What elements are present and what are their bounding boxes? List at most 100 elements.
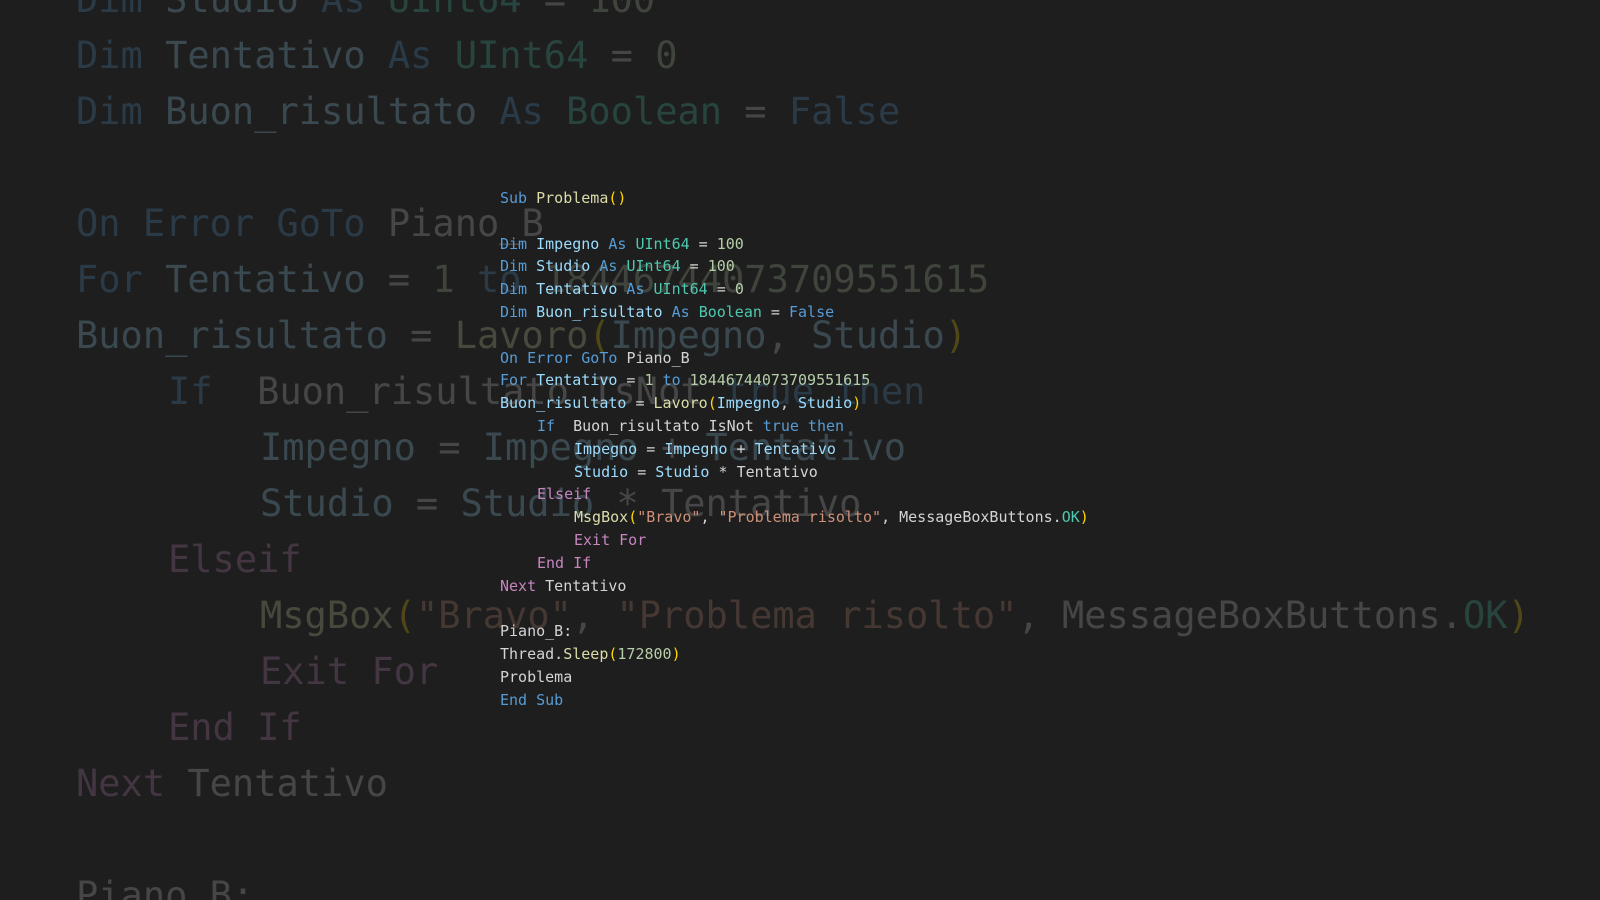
code-token: )	[852, 394, 862, 413]
code-token: Tentativo	[536, 371, 618, 390]
code-token: 100	[707, 257, 735, 276]
code-token: Dim	[500, 257, 537, 276]
code-token: ()	[608, 189, 627, 207]
code-token: Tentativo	[536, 576, 627, 595]
code-line: Elseif	[500, 483, 1089, 506]
code-token: =	[626, 394, 654, 413]
code-token: As	[599, 234, 636, 253]
code-token: )	[671, 644, 681, 663]
code-token: UInt64	[626, 257, 681, 276]
background-code-token: =	[722, 90, 789, 133]
code-line: Dim Buon_risultato As Boolean = False	[500, 301, 1089, 324]
background-code-token: On Error GoTo	[76, 202, 388, 245]
code-token: Studio	[798, 394, 853, 413]
background-code-token: Tentativo	[165, 34, 366, 77]
code-token: MsgBox	[574, 508, 629, 527]
code-token: For	[500, 371, 537, 390]
background-code-token: )	[1507, 594, 1530, 637]
code-token: UInt64	[653, 280, 708, 299]
code-token: Buon_risultato	[536, 302, 663, 321]
code-token: 18446744073709551615	[689, 371, 871, 390]
code-line: Next Tentativo	[500, 575, 1089, 598]
background-code-token: Next	[76, 762, 166, 805]
code-token: As	[662, 302, 699, 321]
code-token: then	[798, 416, 845, 435]
code-token: 1	[644, 371, 654, 390]
background-code-token: =	[365, 258, 433, 301]
code-token: Impegno	[536, 234, 600, 253]
background-code-token: As	[365, 34, 455, 77]
code-token: End If	[537, 553, 592, 572]
code-token: true	[762, 416, 799, 435]
code-token: "Problema risolto"	[718, 508, 882, 527]
code-token: As	[617, 280, 654, 299]
code-token: Exit For	[574, 530, 647, 549]
background-code-token: Piano_B:	[76, 874, 255, 900]
background-code-token: Tentativo	[165, 762, 388, 805]
background-code-line: Dim Tentativo As UInt64 = 0	[76, 28, 1530, 84]
code-line: End If	[500, 552, 1089, 575]
background-code-token: =	[415, 426, 483, 469]
code-token: Piano_B	[626, 348, 690, 367]
background-code-token: As	[299, 0, 388, 21]
code-token: "Bravo"	[637, 508, 701, 527]
code-token: =	[680, 257, 708, 276]
code-token: Buon_risultato IsNot	[564, 416, 763, 435]
background-code-token: OK	[1462, 594, 1508, 637]
code-token: =	[707, 280, 735, 299]
code-line: If Buon_risultato IsNot true then	[500, 415, 1089, 438]
code-line: Impegno = Impegno + Tentativo	[500, 438, 1089, 461]
code-token: False	[789, 302, 835, 321]
code-token: Impegno	[716, 394, 780, 413]
background-code-token: 0	[655, 34, 678, 77]
code-token: , MessageBoxButtons.	[881, 508, 1062, 527]
background-code-token: UInt64	[454, 34, 589, 77]
code-token: +	[727, 439, 755, 458]
background-code-token: Tentativo	[165, 258, 366, 301]
code-line: Exit For	[500, 529, 1089, 552]
code-line: Dim Studio As UInt64 = 100	[500, 255, 1089, 278]
code-token: )	[1079, 508, 1089, 527]
code-token: End Sub	[500, 690, 564, 709]
background-code-token: False	[788, 90, 901, 133]
background-code-token: Studio	[260, 482, 394, 525]
code-line: End Sub	[500, 689, 1089, 712]
background-code-token: For	[76, 258, 166, 301]
code-line: MsgBox("Bravo", "Problema risolto", Mess…	[500, 506, 1089, 529]
background-code-token: UInt64	[388, 0, 522, 21]
background-code-token: End If	[168, 706, 302, 749]
background-code-token: As	[476, 90, 567, 133]
code-token: to	[653, 371, 690, 390]
background-code-token: Dim	[76, 34, 166, 77]
code-token: OK	[1061, 508, 1080, 527]
code-token: Tentativo	[736, 462, 818, 481]
code-line: Studio = Studio * Tentativo	[500, 461, 1089, 484]
code-token: Piano_B:	[500, 622, 573, 641]
code-line: Thread.Sleep(172800)	[500, 643, 1089, 666]
background-code-token: Dim	[76, 90, 166, 133]
code-token: ,	[779, 394, 799, 413]
code-token: Sleep	[563, 644, 609, 663]
code-token: Boolean	[698, 302, 762, 321]
code-token: =	[628, 462, 656, 481]
background-code-token: =	[588, 34, 656, 77]
code-block: Sub Problema() Dim Impegno As UInt64 = 1…	[500, 187, 1089, 711]
code-token: =	[689, 234, 717, 253]
background-code-token: Elseif	[168, 538, 302, 581]
code-token: Buon_risultato	[500, 394, 627, 413]
code-token: =	[617, 371, 645, 390]
background-code-line	[76, 812, 1530, 868]
code-line: On Error GoTo Piano_B	[500, 347, 1089, 370]
background-code-token: Buon_risultato	[165, 90, 477, 133]
code-token: Dim	[500, 302, 537, 321]
code-token: 172800	[617, 644, 672, 663]
code-token: Studio	[536, 257, 591, 276]
background-code-line: Dim Buon_risultato As Boolean = False	[76, 84, 1530, 140]
background-code-token: MsgBox	[260, 594, 394, 637]
background-code-token: Exit For	[260, 650, 439, 693]
code-line: Buon_risultato = Lavoro(Impegno, Studio)	[500, 392, 1089, 415]
code-token: Lavoro	[653, 394, 708, 413]
background-code-token: (	[393, 594, 416, 637]
